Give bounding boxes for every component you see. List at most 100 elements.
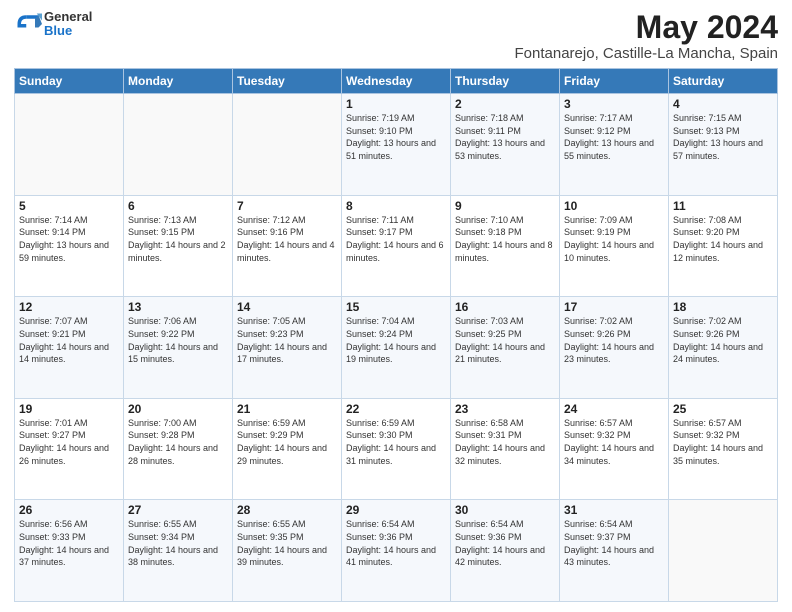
- day-number: 10: [564, 199, 664, 213]
- calendar-table: Sunday Monday Tuesday Wednesday Thursday…: [14, 68, 778, 602]
- logo: General Blue: [14, 10, 92, 39]
- day-number: 16: [455, 300, 555, 314]
- table-row: [15, 94, 124, 196]
- day-detail: Sunrise: 7:13 AMSunset: 9:15 PMDaylight:…: [128, 214, 228, 264]
- logo-blue: Blue: [44, 24, 92, 38]
- day-detail: Sunrise: 7:05 AMSunset: 9:23 PMDaylight:…: [237, 315, 337, 365]
- table-row: [124, 94, 233, 196]
- col-saturday: Saturday: [669, 69, 778, 94]
- day-detail: Sunrise: 6:54 AMSunset: 9:36 PMDaylight:…: [346, 518, 446, 568]
- day-number: 8: [346, 199, 446, 213]
- title-block: May 2024 Fontanarejo, Castille-La Mancha…: [515, 10, 778, 62]
- table-row: 17 Sunrise: 7:02 AMSunset: 9:26 PMDaylig…: [560, 297, 669, 399]
- day-detail: Sunrise: 6:57 AMSunset: 9:32 PMDaylight:…: [564, 417, 664, 467]
- table-row: 2 Sunrise: 7:18 AMSunset: 9:11 PMDayligh…: [451, 94, 560, 196]
- table-row: [669, 500, 778, 602]
- day-detail: Sunrise: 6:59 AMSunset: 9:29 PMDaylight:…: [237, 417, 337, 467]
- day-detail: Sunrise: 6:59 AMSunset: 9:30 PMDaylight:…: [346, 417, 446, 467]
- logo-text: General Blue: [44, 10, 92, 39]
- day-detail: Sunrise: 7:01 AMSunset: 9:27 PMDaylight:…: [19, 417, 119, 467]
- day-number: 30: [455, 503, 555, 517]
- day-detail: Sunrise: 7:10 AMSunset: 9:18 PMDaylight:…: [455, 214, 555, 264]
- day-detail: Sunrise: 7:18 AMSunset: 9:11 PMDaylight:…: [455, 112, 555, 162]
- table-row: 18 Sunrise: 7:02 AMSunset: 9:26 PMDaylig…: [669, 297, 778, 399]
- logo-icon: [14, 10, 42, 38]
- col-friday: Friday: [560, 69, 669, 94]
- day-detail: Sunrise: 6:54 AMSunset: 9:37 PMDaylight:…: [564, 518, 664, 568]
- table-row: 19 Sunrise: 7:01 AMSunset: 9:27 PMDaylig…: [15, 398, 124, 500]
- day-number: 24: [564, 402, 664, 416]
- table-row: 22 Sunrise: 6:59 AMSunset: 9:30 PMDaylig…: [342, 398, 451, 500]
- day-number: 17: [564, 300, 664, 314]
- day-number: 15: [346, 300, 446, 314]
- table-row: 30 Sunrise: 6:54 AMSunset: 9:36 PMDaylig…: [451, 500, 560, 602]
- day-detail: Sunrise: 7:14 AMSunset: 9:14 PMDaylight:…: [19, 214, 119, 264]
- day-detail: Sunrise: 6:54 AMSunset: 9:36 PMDaylight:…: [455, 518, 555, 568]
- day-detail: Sunrise: 6:55 AMSunset: 9:35 PMDaylight:…: [237, 518, 337, 568]
- day-number: 12: [19, 300, 119, 314]
- table-row: 20 Sunrise: 7:00 AMSunset: 9:28 PMDaylig…: [124, 398, 233, 500]
- table-row: 12 Sunrise: 7:07 AMSunset: 9:21 PMDaylig…: [15, 297, 124, 399]
- table-row: 10 Sunrise: 7:09 AMSunset: 9:19 PMDaylig…: [560, 195, 669, 297]
- day-number: 4: [673, 97, 773, 111]
- day-number: 19: [19, 402, 119, 416]
- day-detail: Sunrise: 7:11 AMSunset: 9:17 PMDaylight:…: [346, 214, 446, 264]
- table-row: 9 Sunrise: 7:10 AMSunset: 9:18 PMDayligh…: [451, 195, 560, 297]
- day-number: 7: [237, 199, 337, 213]
- day-number: 9: [455, 199, 555, 213]
- table-row: 3 Sunrise: 7:17 AMSunset: 9:12 PMDayligh…: [560, 94, 669, 196]
- col-thursday: Thursday: [451, 69, 560, 94]
- table-row: 25 Sunrise: 6:57 AMSunset: 9:32 PMDaylig…: [669, 398, 778, 500]
- table-row: 31 Sunrise: 6:54 AMSunset: 9:37 PMDaylig…: [560, 500, 669, 602]
- day-detail: Sunrise: 6:55 AMSunset: 9:34 PMDaylight:…: [128, 518, 228, 568]
- day-number: 31: [564, 503, 664, 517]
- day-detail: Sunrise: 7:15 AMSunset: 9:13 PMDaylight:…: [673, 112, 773, 162]
- table-row: 16 Sunrise: 7:03 AMSunset: 9:25 PMDaylig…: [451, 297, 560, 399]
- table-row: 4 Sunrise: 7:15 AMSunset: 9:13 PMDayligh…: [669, 94, 778, 196]
- table-row: 7 Sunrise: 7:12 AMSunset: 9:16 PMDayligh…: [233, 195, 342, 297]
- day-detail: Sunrise: 7:03 AMSunset: 9:25 PMDaylight:…: [455, 315, 555, 365]
- day-number: 6: [128, 199, 228, 213]
- table-row: 15 Sunrise: 7:04 AMSunset: 9:24 PMDaylig…: [342, 297, 451, 399]
- calendar-week-5: 26 Sunrise: 6:56 AMSunset: 9:33 PMDaylig…: [15, 500, 778, 602]
- col-tuesday: Tuesday: [233, 69, 342, 94]
- day-number: 28: [237, 503, 337, 517]
- day-detail: Sunrise: 6:58 AMSunset: 9:31 PMDaylight:…: [455, 417, 555, 467]
- calendar-week-3: 12 Sunrise: 7:07 AMSunset: 9:21 PMDaylig…: [15, 297, 778, 399]
- table-row: 24 Sunrise: 6:57 AMSunset: 9:32 PMDaylig…: [560, 398, 669, 500]
- page: General Blue May 2024 Fontanarejo, Casti…: [0, 0, 792, 612]
- logo-general: General: [44, 10, 92, 24]
- table-row: 13 Sunrise: 7:06 AMSunset: 9:22 PMDaylig…: [124, 297, 233, 399]
- table-row: 28 Sunrise: 6:55 AMSunset: 9:35 PMDaylig…: [233, 500, 342, 602]
- day-detail: Sunrise: 7:04 AMSunset: 9:24 PMDaylight:…: [346, 315, 446, 365]
- col-wednesday: Wednesday: [342, 69, 451, 94]
- day-number: 11: [673, 199, 773, 213]
- day-number: 18: [673, 300, 773, 314]
- calendar-week-4: 19 Sunrise: 7:01 AMSunset: 9:27 PMDaylig…: [15, 398, 778, 500]
- table-row: 26 Sunrise: 6:56 AMSunset: 9:33 PMDaylig…: [15, 500, 124, 602]
- table-row: [233, 94, 342, 196]
- day-number: 2: [455, 97, 555, 111]
- table-row: 27 Sunrise: 6:55 AMSunset: 9:34 PMDaylig…: [124, 500, 233, 602]
- day-detail: Sunrise: 7:19 AMSunset: 9:10 PMDaylight:…: [346, 112, 446, 162]
- day-number: 5: [19, 199, 119, 213]
- day-detail: Sunrise: 7:17 AMSunset: 9:12 PMDaylight:…: [564, 112, 664, 162]
- header: General Blue May 2024 Fontanarejo, Casti…: [14, 10, 778, 62]
- day-number: 13: [128, 300, 228, 314]
- table-row: 14 Sunrise: 7:05 AMSunset: 9:23 PMDaylig…: [233, 297, 342, 399]
- calendar-week-1: 1 Sunrise: 7:19 AMSunset: 9:10 PMDayligh…: [15, 94, 778, 196]
- table-row: 11 Sunrise: 7:08 AMSunset: 9:20 PMDaylig…: [669, 195, 778, 297]
- day-detail: Sunrise: 7:02 AMSunset: 9:26 PMDaylight:…: [564, 315, 664, 365]
- day-number: 23: [455, 402, 555, 416]
- table-row: 1 Sunrise: 7:19 AMSunset: 9:10 PMDayligh…: [342, 94, 451, 196]
- day-number: 21: [237, 402, 337, 416]
- table-row: 5 Sunrise: 7:14 AMSunset: 9:14 PMDayligh…: [15, 195, 124, 297]
- day-number: 1: [346, 97, 446, 111]
- day-number: 25: [673, 402, 773, 416]
- calendar-title: May 2024: [515, 10, 778, 45]
- day-number: 14: [237, 300, 337, 314]
- table-row: 21 Sunrise: 6:59 AMSunset: 9:29 PMDaylig…: [233, 398, 342, 500]
- day-detail: Sunrise: 7:07 AMSunset: 9:21 PMDaylight:…: [19, 315, 119, 365]
- day-number: 29: [346, 503, 446, 517]
- day-detail: Sunrise: 7:02 AMSunset: 9:26 PMDaylight:…: [673, 315, 773, 365]
